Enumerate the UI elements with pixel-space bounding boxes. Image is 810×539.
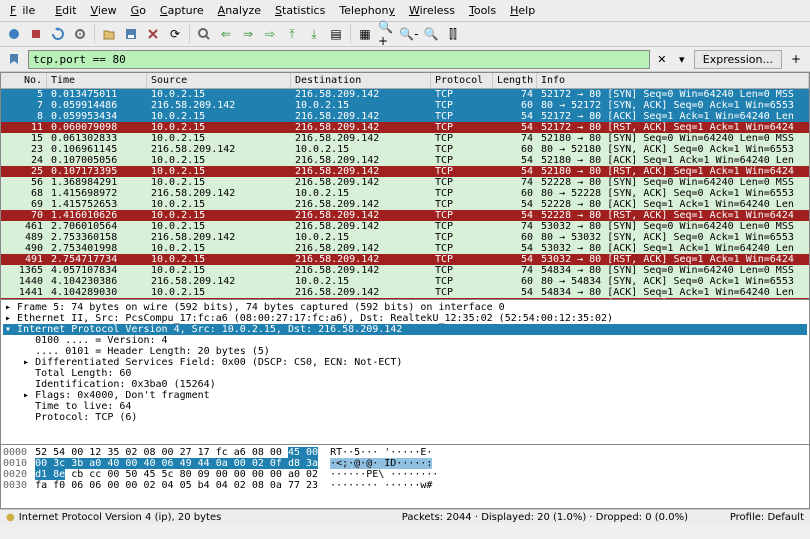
menu-statistics[interactable]: Statistics xyxy=(269,2,331,19)
go-back-icon[interactable]: ⇐ xyxy=(216,24,236,44)
packet-details-pane[interactable]: ▸ Frame 5: 74 bytes on wire (592 bits), … xyxy=(0,300,810,445)
packet-row[interactable]: 561.36898429110.0.2.15216.58.209.142TCP7… xyxy=(1,177,809,188)
packet-row[interactable]: 230.106961145216.58.209.14210.0.2.15TCP6… xyxy=(1,144,809,155)
packet-row[interactable]: 4612.70601056410.0.2.15216.58.209.142TCP… xyxy=(1,221,809,232)
close-file-icon[interactable] xyxy=(143,24,163,44)
detail-ethernet[interactable]: ▸ Ethernet II, Src: PcsCompu_17:fc:a6 (0… xyxy=(3,313,807,324)
status-left-text: Internet Protocol Version 4 (ip), 20 byt… xyxy=(19,512,222,523)
packet-row[interactable]: 14404.104230386216.58.209.14210.0.2.15TC… xyxy=(1,276,809,287)
menu-telephony[interactable]: Telephony xyxy=(333,2,401,19)
expression-button[interactable]: Expression... xyxy=(694,50,782,69)
hex-bytes: 52 54 00 12 35 02 08 00 27 17 fc a6 08 0… xyxy=(35,447,330,506)
go-forward-icon[interactable]: ⇒ xyxy=(238,24,258,44)
capture-options-icon[interactable] xyxy=(70,24,90,44)
packet-row[interactable]: 701.41601062610.0.2.15216.58.209.142TCP5… xyxy=(1,210,809,221)
menu-tools[interactable]: Tools xyxy=(463,2,502,19)
packet-list-header: No. Time Source Destination Protocol Len… xyxy=(1,73,809,89)
col-destination[interactable]: Destination xyxy=(291,73,431,88)
start-capture-icon[interactable] xyxy=(4,24,24,44)
detail-ttl[interactable]: Time to live: 64 xyxy=(3,401,807,412)
detail-ident[interactable]: Identification: 0x3ba0 (15264) xyxy=(3,379,807,390)
packet-bytes-pane[interactable]: 0000001000200030 52 54 00 12 35 02 08 00… xyxy=(0,445,810,509)
clear-filter-icon[interactable]: ✕ xyxy=(654,51,670,67)
packet-row[interactable]: 4902.75340199810.0.2.15216.58.209.142TCP… xyxy=(1,243,809,254)
menu-view[interactable]: View xyxy=(85,2,123,19)
status-profile[interactable]: Profile: Default xyxy=(730,512,804,523)
apply-filter-icon[interactable]: ▾ xyxy=(674,51,690,67)
packet-row[interactable]: 4892.753360158216.58.209.14210.0.2.15TCP… xyxy=(1,232,809,243)
display-filter-input[interactable] xyxy=(28,50,650,69)
col-info[interactable]: Info xyxy=(537,73,809,88)
packet-row[interactable]: 14414.10428903010.0.2.15216.58.209.142TC… xyxy=(1,287,809,298)
detail-hdrlen[interactable]: .... 0101 = Header Length: 20 bytes (5) xyxy=(3,346,807,357)
toolbar: ⟳ ⇐ ⇒ ⇨ ⤒ ⤓ ▤ ▦ 🔍+ 🔍- 🔍 ⫿⫿ xyxy=(0,22,810,47)
menu-help[interactable]: Help xyxy=(504,2,541,19)
status-packet-counts: Packets: 2044 · Displayed: 20 (1.0%) · D… xyxy=(368,512,722,523)
packet-list-pane[interactable]: No. Time Source Destination Protocol Len… xyxy=(0,72,810,300)
stop-capture-icon[interactable] xyxy=(26,24,46,44)
menu-capture[interactable]: Capture xyxy=(154,2,210,19)
detail-frame[interactable]: ▸ Frame 5: 74 bytes on wire (592 bits), … xyxy=(3,302,807,313)
colorize-icon[interactable]: ▦ xyxy=(355,24,375,44)
status-bullet-icon: ● xyxy=(6,512,15,523)
find-icon[interactable] xyxy=(194,24,214,44)
col-protocol[interactable]: Protocol xyxy=(431,73,493,88)
zoom-reset-icon[interactable]: 🔍 xyxy=(421,24,441,44)
detail-totlen[interactable]: Total Length: 60 xyxy=(3,368,807,379)
bookmark-filter-icon[interactable] xyxy=(4,49,24,69)
packet-row[interactable]: 691.41575265310.0.2.15216.58.209.142TCP5… xyxy=(1,199,809,210)
packet-row[interactable]: 681.415698972216.58.209.14210.0.2.15TCP6… xyxy=(1,188,809,199)
status-bar: ● Internet Protocol Version 4 (ip), 20 b… xyxy=(0,509,810,525)
detail-dsf[interactable]: ▸ Differentiated Services Field: 0x00 (D… xyxy=(3,357,807,368)
detail-proto[interactable]: Protocol: TCP (6) xyxy=(3,412,807,423)
filter-bar: ✕ ▾ Expression... + xyxy=(0,47,810,72)
detail-ipv4[interactable]: ▾ Internet Protocol Version 4, Src: 10.0… xyxy=(3,324,807,335)
packet-row[interactable]: 110.06007909810.0.2.15216.58.209.142TCP5… xyxy=(1,122,809,133)
detail-version[interactable]: 0100 .... = Version: 4 xyxy=(3,335,807,346)
resize-columns-icon[interactable]: ⫿⫿ xyxy=(443,24,463,44)
menu-go[interactable]: Go xyxy=(125,2,152,19)
packet-row[interactable]: 4912.75471773410.0.2.15216.58.209.142TCP… xyxy=(1,254,809,265)
menu-file[interactable]: File xyxy=(4,2,47,19)
go-first-icon[interactable]: ⤒ xyxy=(282,24,302,44)
go-to-packet-icon[interactable]: ⇨ xyxy=(260,24,280,44)
col-no[interactable]: No. xyxy=(1,73,47,88)
menu-wireless[interactable]: Wireless xyxy=(403,2,461,19)
menu-bar: File Edit View Go Capture Analyze Statis… xyxy=(0,0,810,22)
packet-row[interactable]: 150.06130283310.0.2.15216.58.209.142TCP7… xyxy=(1,133,809,144)
go-last-icon[interactable]: ⤓ xyxy=(304,24,324,44)
hex-offsets: 0000001000200030 xyxy=(3,447,35,506)
packet-row[interactable]: 13654.05710783410.0.2.15216.58.209.142TC… xyxy=(1,265,809,276)
auto-scroll-icon[interactable]: ▤ xyxy=(326,24,346,44)
detail-flags[interactable]: ▸ Flags: 0x4000, Don't fragment xyxy=(3,390,807,401)
restart-capture-icon[interactable] xyxy=(48,24,68,44)
packet-row[interactable]: 80.05995343410.0.2.15216.58.209.142TCP54… xyxy=(1,111,809,122)
filter-add-icon[interactable]: + xyxy=(786,49,806,69)
col-length[interactable]: Length xyxy=(493,73,537,88)
hex-ascii: RT··5··· '·····E· ·<;·@·@· ID·····: ····… xyxy=(330,447,438,506)
packet-row[interactable]: 250.10717339510.0.2.15216.58.209.142TCP5… xyxy=(1,166,809,177)
open-file-icon[interactable] xyxy=(99,24,119,44)
save-file-icon[interactable] xyxy=(121,24,141,44)
packet-row[interactable]: 70.059914486216.58.209.14210.0.2.15TCP60… xyxy=(1,100,809,111)
packet-row[interactable]: 50.01347501110.0.2.15216.58.209.142TCP74… xyxy=(1,89,809,100)
zoom-out-icon[interactable]: 🔍- xyxy=(399,24,419,44)
col-source[interactable]: Source xyxy=(147,73,291,88)
col-time[interactable]: Time xyxy=(47,73,147,88)
zoom-in-icon[interactable]: 🔍+ xyxy=(377,24,397,44)
menu-analyze[interactable]: Analyze xyxy=(212,2,267,19)
reload-icon[interactable]: ⟳ xyxy=(165,24,185,44)
menu-edit[interactable]: Edit xyxy=(49,2,82,19)
packet-row[interactable]: 240.10700505610.0.2.15216.58.209.142TCP5… xyxy=(1,155,809,166)
